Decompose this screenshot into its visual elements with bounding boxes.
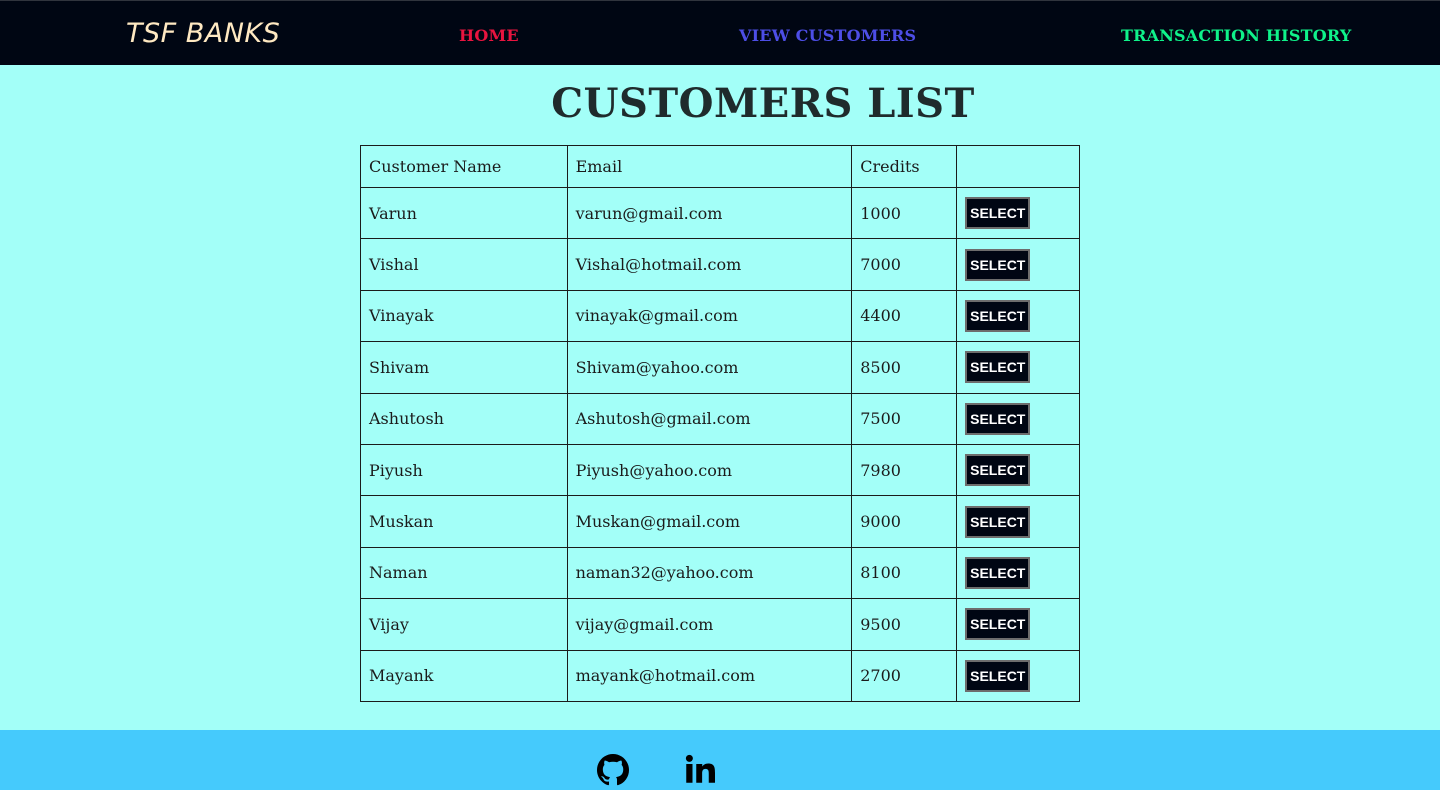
- cell-credits: 2700: [851, 649, 958, 702]
- select-button[interactable]: SELECT: [965, 608, 1031, 641]
- table-row: Varun varun@gmail.com 1000 SELECT: [360, 186, 1080, 240]
- select-button[interactable]: SELECT: [965, 248, 1031, 281]
- cell-email: varun@gmail.com: [566, 186, 853, 240]
- select-button[interactable]: SELECT: [965, 197, 1031, 230]
- page-title: CUSTOMERS LIST: [551, 80, 975, 127]
- select-button[interactable]: SELECT: [965, 454, 1031, 487]
- cell-customer-name: Shivam: [360, 341, 568, 394]
- table-header-row: Customer Name Email Credits: [360, 145, 1080, 188]
- table-row: Vinayak vinayak@gmail.com 4400 SELECT: [360, 289, 1080, 343]
- cell-credits: 8500: [851, 341, 958, 394]
- cell-email: mayank@hotmail.com: [566, 649, 853, 702]
- select-button[interactable]: SELECT: [965, 299, 1031, 332]
- column-header-action: [956, 145, 1080, 188]
- cell-action: SELECT: [956, 238, 1080, 291]
- cell-action: SELECT: [956, 443, 1080, 497]
- select-button[interactable]: SELECT: [965, 556, 1031, 589]
- cell-action: SELECT: [956, 341, 1080, 394]
- cell-customer-name: Vinayak: [360, 289, 568, 343]
- cell-credits: 8100: [851, 546, 958, 600]
- column-header-email: Email: [566, 145, 853, 188]
- cell-customer-name: Naman: [360, 546, 568, 600]
- cell-customer-name: Vishal: [360, 238, 568, 291]
- cell-customer-name: Ashutosh: [360, 392, 568, 445]
- table-row: Piyush Piyush@yahoo.com 7980 SELECT: [360, 443, 1080, 497]
- nav-link-view-customers[interactable]: VIEW CUSTOMERS: [739, 26, 916, 45]
- cell-customer-name: Varun: [360, 186, 568, 240]
- customers-table: Customer Name Email Credits Varun varun@g…: [360, 145, 1080, 702]
- cell-email: vinayak@gmail.com: [566, 289, 853, 343]
- cell-customer-name: Mayank: [360, 649, 568, 702]
- cell-action: SELECT: [956, 546, 1080, 600]
- cell-credits: 1000: [851, 186, 958, 240]
- cell-email: naman32@yahoo.com: [566, 546, 853, 600]
- cell-customer-name: Piyush: [360, 443, 568, 497]
- cell-credits: 9000: [851, 495, 958, 548]
- cell-customer-name: Muskan: [360, 495, 568, 548]
- cell-credits: 7000: [851, 238, 958, 291]
- table-row: Mayank mayank@hotmail.com 2700 SELECT: [360, 649, 1080, 702]
- cell-email: Ashutosh@gmail.com: [566, 392, 853, 445]
- cell-email: Shivam@yahoo.com: [566, 341, 853, 394]
- footer: [0, 730, 1440, 790]
- cell-action: SELECT: [956, 289, 1080, 343]
- table-row: Naman naman32@yahoo.com 8100 SELECT: [360, 546, 1080, 600]
- table-row: Vishal Vishal@hotmail.com 7000 SELECT: [360, 238, 1080, 291]
- table-row: Ashutosh Ashutosh@gmail.com 7500 SELECT: [360, 392, 1080, 445]
- cell-credits: 4400: [851, 289, 958, 343]
- table-row: Vijay vijay@gmail.com 9500 SELECT: [360, 598, 1080, 651]
- nav-link-transaction-history[interactable]: TRANSACTION HISTORY: [1121, 26, 1352, 45]
- cell-email: Piyush@yahoo.com: [566, 443, 853, 497]
- select-button[interactable]: SELECT: [965, 402, 1031, 435]
- cell-action: SELECT: [956, 495, 1080, 548]
- cell-credits: 9500: [851, 598, 958, 651]
- nav-link-home[interactable]: HOME: [459, 26, 519, 45]
- linkedin-icon[interactable]: [685, 754, 715, 788]
- cell-action: SELECT: [956, 186, 1080, 240]
- cell-action: SELECT: [956, 392, 1080, 445]
- cell-customer-name: Vijay: [360, 598, 568, 651]
- cell-email: vijay@gmail.com: [566, 598, 853, 651]
- select-button[interactable]: SELECT: [965, 351, 1031, 384]
- column-header-credits: Credits: [851, 145, 958, 188]
- brand-logo[interactable]: TSF BANKS: [126, 18, 280, 49]
- cell-credits: 7500: [851, 392, 958, 445]
- select-button[interactable]: SELECT: [965, 659, 1031, 692]
- cell-action: SELECT: [956, 598, 1080, 651]
- cell-email: Vishal@hotmail.com: [566, 238, 853, 291]
- cell-email: Muskan@gmail.com: [566, 495, 853, 548]
- table-row: Shivam Shivam@yahoo.com 8500 SELECT: [360, 341, 1080, 394]
- column-header-customer-name: Customer Name: [360, 145, 568, 188]
- table-row: Muskan Muskan@gmail.com 9000 SELECT: [360, 495, 1080, 548]
- select-button[interactable]: SELECT: [965, 505, 1031, 538]
- navbar: TSF BANKS HOME VIEW CUSTOMERS TRANSACTIO…: [0, 0, 1440, 65]
- cell-action: SELECT: [956, 649, 1080, 702]
- github-icon[interactable]: [597, 754, 629, 790]
- cell-credits: 7980: [851, 443, 958, 497]
